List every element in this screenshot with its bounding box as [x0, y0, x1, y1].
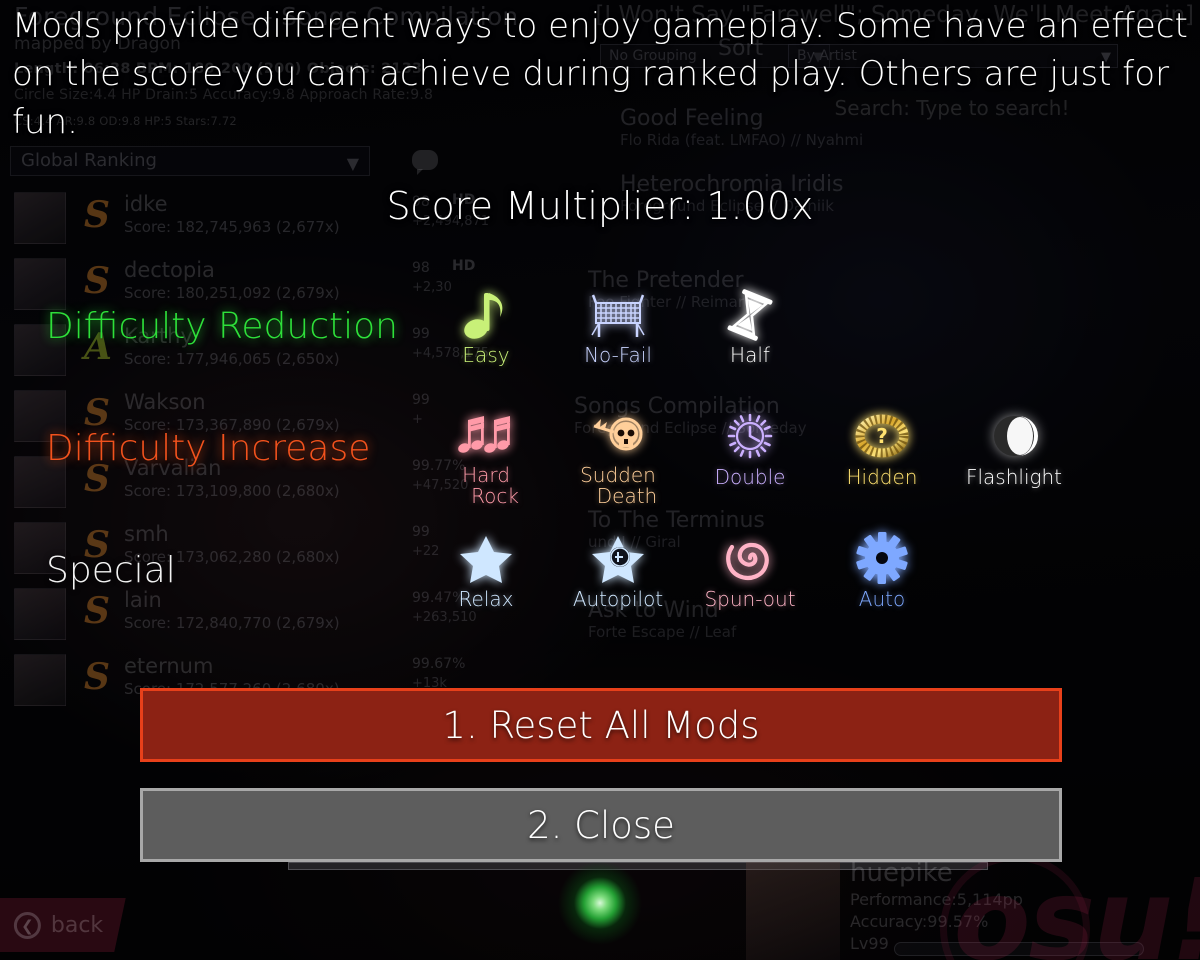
spiral-icon	[719, 530, 781, 588]
mod-button-label: Relax	[459, 589, 514, 610]
osu-mod-select-screen: Foreground Eclipse - Songs Compilation m…	[0, 0, 1200, 960]
mod-label-line1: Easy	[462, 343, 510, 367]
mod-button-half[interactable]: Half	[684, 280, 816, 384]
mod-button-group: Easy No-Fail Half	[420, 280, 816, 384]
mod-label-line1: Auto	[858, 587, 906, 611]
hourglass-icon	[719, 286, 781, 344]
mod-button-label: Hidden	[847, 467, 918, 488]
mod-button-hardrock[interactable]: Hard Rock	[420, 402, 552, 507]
mod-label-line1: Autopilot	[572, 587, 664, 611]
mod-label-line2: Rock	[471, 484, 519, 508]
mod-button-label: Hard Rock	[453, 465, 519, 507]
music-notes-icon	[455, 408, 517, 464]
mod-button-label: Flashlight	[966, 467, 1062, 488]
mod-button-label: Easy	[462, 345, 509, 366]
mod-button-suddendeath[interactable]: Sudden Death	[552, 402, 684, 507]
mod-button-no-fail[interactable]: No-Fail	[552, 280, 684, 384]
mod-button-flashlight[interactable]: Flashlight	[948, 402, 1080, 506]
mod-button-easy[interactable]: Easy	[420, 280, 552, 384]
mod-category-label: Difficulty Increase	[46, 428, 371, 469]
safety-net-icon	[587, 286, 649, 344]
close-button[interactable]: 2. Close	[140, 788, 1062, 862]
mod-button-label: Double	[715, 467, 786, 488]
mod-category-label: Special	[46, 550, 176, 591]
mod-button-spunout[interactable]: Spun-out	[684, 524, 816, 628]
mod-button-doubletime[interactable]: Double	[684, 402, 816, 506]
mod-button-relax[interactable]: Relax	[420, 524, 552, 628]
mod-category-row: Difficulty Reduction Easy No-Fail Half	[0, 280, 1200, 402]
mod-select-overlay: Mods provide different ways to enjoy gam…	[0, 0, 1200, 960]
close-button-label: 2. Close	[527, 803, 675, 847]
gold-ring-icon: ?	[851, 408, 913, 466]
mod-button-label: Autopilot	[573, 589, 663, 610]
svg-text:?: ?	[876, 424, 888, 448]
mod-label-line1: No-Fail	[584, 343, 652, 367]
mod-label-line1: Spun-out	[704, 587, 796, 611]
score-multiplier-label: Score Multiplier: 1.00x	[386, 184, 814, 228]
mod-description: Mods provide different ways to enjoy gam…	[12, 6, 1188, 142]
crescent-icon	[983, 408, 1045, 466]
reset-all-mods-label: 1. Reset All Mods	[442, 703, 760, 747]
mod-button-label: Half	[730, 345, 770, 366]
mod-button-hidden[interactable]: ? Hidden	[816, 402, 948, 506]
mod-label-line2: Death	[596, 484, 658, 508]
mod-label-line1: Half	[730, 343, 770, 367]
mod-label-line1: Flashlight	[965, 465, 1063, 489]
mod-button-autopilot[interactable]: Autopilot	[552, 524, 684, 628]
gear-icon	[851, 530, 913, 588]
mod-label-line1: Relax	[458, 587, 514, 611]
skull-arrow-icon	[587, 408, 649, 464]
eighth-note-icon	[455, 286, 517, 344]
mod-categories: Difficulty Reduction Easy No-Fail Half Diffi…	[0, 280, 1200, 646]
clock-icon	[719, 408, 781, 466]
mod-label-line1: Hidden	[846, 465, 918, 489]
mod-button-label: Sudden Death	[579, 465, 657, 507]
mod-button-label: Spun-out	[704, 589, 795, 610]
mod-button-label: Auto	[859, 589, 905, 610]
mod-button-auto[interactable]: Auto	[816, 524, 948, 628]
mod-category-row: Special Relax Autopilot Spun-out Auto	[0, 524, 1200, 646]
mod-label-line1: Double	[714, 465, 786, 489]
mod-button-group: Relax Autopilot Spun-out Auto	[420, 524, 948, 628]
mod-button-label: No-Fail	[584, 345, 652, 366]
reset-all-mods-button[interactable]: 1. Reset All Mods	[140, 688, 1062, 762]
mod-button-group: Hard Rock Sudden Death Double? Hidden Flashlig…	[420, 402, 1080, 507]
mod-category-label: Difficulty Reduction	[46, 306, 398, 347]
star-cursor-icon	[587, 530, 649, 588]
mod-category-row: Difficulty Increase Hard Rock Sudden Death Do…	[0, 402, 1200, 524]
star-icon	[455, 530, 517, 588]
